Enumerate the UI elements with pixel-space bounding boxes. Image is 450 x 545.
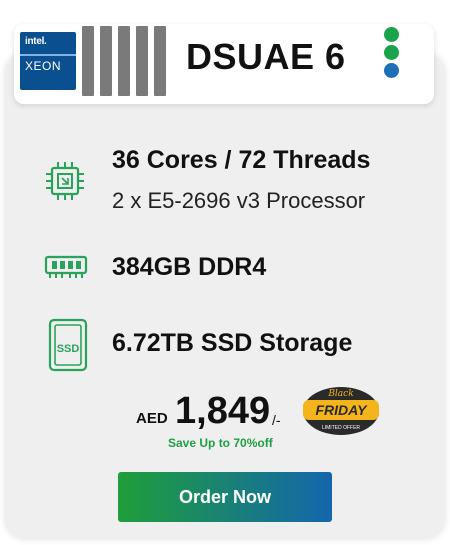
rack-bar: [100, 26, 112, 96]
logo-divider: [20, 54, 76, 56]
badge-top-text: Black: [327, 389, 353, 399]
status-dot-blue: [384, 63, 399, 78]
rack-bar: [136, 26, 148, 96]
price-currency: AED: [136, 410, 168, 427]
status-dot-green-1: [384, 27, 399, 42]
ssd-drive-icon: SSD: [48, 318, 88, 372]
intel-xeon-logo: intel. XEON: [20, 32, 76, 90]
xeon-text: XEON: [25, 59, 62, 73]
price-amount: 1,849: [175, 390, 271, 432]
badge-main-text: FRIDAY: [315, 402, 368, 418]
order-now-button[interactable]: Order Now: [118, 472, 332, 522]
rack-bar: [118, 26, 130, 96]
cpu-model-text: 2 x E5-2696 v3 Processor: [112, 188, 366, 213]
product-title: DSUAE 6: [186, 36, 346, 77]
status-dot-green-2: [384, 45, 399, 60]
cpu-chip-icon: [46, 162, 84, 200]
rack-bar: [154, 26, 166, 96]
ram-module-icon: [44, 255, 88, 278]
ssd-icon-label: SSD: [57, 343, 80, 355]
ram-text: 384GB DDR4: [112, 253, 267, 281]
price-suffix: /-: [272, 412, 281, 428]
cpu-cores-text: 36 Cores / 72 Threads: [112, 146, 371, 174]
badge-bottom-text: LIMITED OFFER: [322, 425, 360, 431]
savings-text: Save Up to 70%off: [168, 436, 273, 450]
storage-text: 6.72TB SSD Storage: [112, 329, 353, 357]
black-friday-badge: Black FRIDAY LIMITED OFFER: [303, 387, 379, 435]
product-card: [6, 54, 444, 538]
intel-brand-text: intel.: [25, 36, 47, 47]
rack-bar: [82, 26, 94, 96]
server-rack-graphic: [82, 26, 168, 96]
